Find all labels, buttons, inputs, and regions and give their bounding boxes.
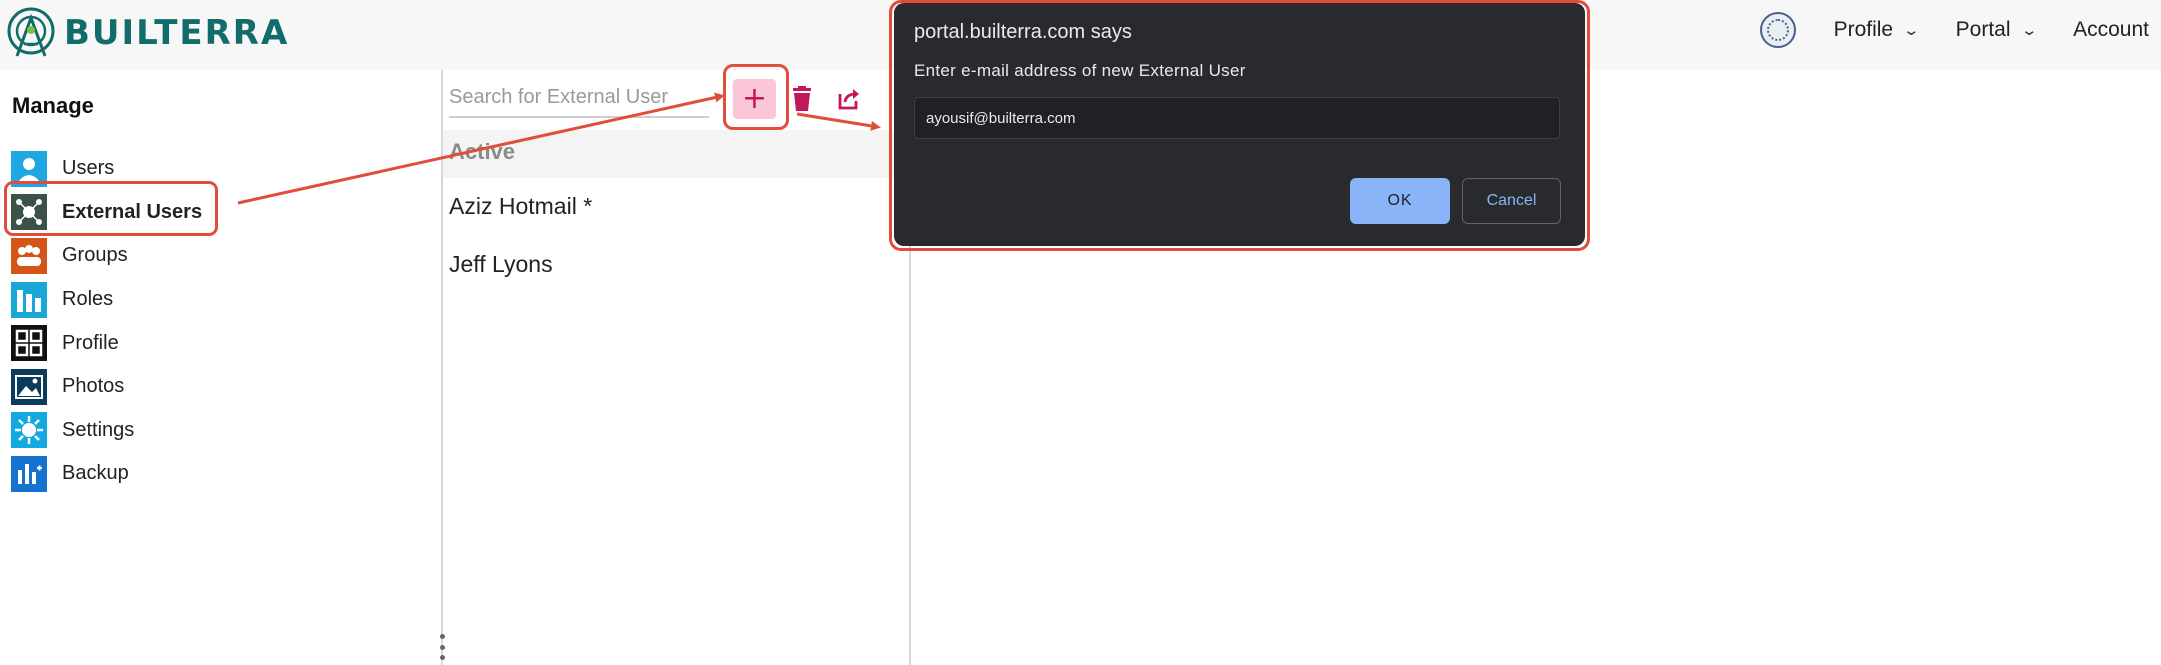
chevron-down-icon: ⌄: [2020, 22, 2038, 39]
sidebar-item-backup[interactable]: Backup: [10, 452, 202, 496]
sidebar-item-photos[interactable]: Photos: [10, 365, 202, 409]
nav-account-label: Account: [2073, 18, 2149, 41]
photos-icon: [10, 368, 48, 405]
sidebar-item-label: Settings: [62, 418, 135, 441]
sidebar-item-label: Users: [62, 157, 115, 180]
top-nav: Profile ⌄ Portal ⌄ Account: [1759, 10, 2149, 50]
sidebar-item-label: Photos: [62, 375, 125, 398]
brand-name: BUILTERRA: [64, 13, 290, 53]
sidebar-item-label: Groups: [62, 244, 128, 267]
nav-account[interactable]: Account: [2073, 18, 2149, 42]
sidebar-item-settings[interactable]: Settings: [10, 409, 202, 453]
share-export-icon[interactable]: [836, 86, 862, 112]
nav-profile-label: Profile: [1833, 18, 1894, 41]
new-external-user-email-input[interactable]: [914, 97, 1560, 139]
sidebar-item-label: Roles: [62, 288, 114, 311]
arrow-to-dialog: [796, 112, 881, 131]
profile-grid-icon: [10, 325, 48, 362]
sidebar-title: Manage: [12, 93, 94, 118]
more-options-icon[interactable]: [438, 634, 446, 660]
annotation-highlight-add-button: [723, 64, 789, 130]
list-item[interactable]: Jeff Lyons: [449, 251, 553, 278]
dialog-message: Enter e-mail address of new External Use…: [914, 61, 1246, 80]
settings-icon: [10, 412, 48, 449]
sidebar-item-roles[interactable]: Roles: [10, 278, 202, 322]
ok-button[interactable]: OK: [1350, 178, 1450, 224]
backup-icon: [10, 455, 48, 492]
logo-mark-icon: [7, 7, 55, 57]
groups-icon: [10, 237, 48, 274]
nav-profile[interactable]: Profile ⌄: [1833, 18, 1921, 42]
section-title-active: Active: [449, 139, 516, 164]
roles-icon: [10, 281, 48, 318]
dialog-title: portal.builterra.com says: [914, 21, 1132, 43]
sidebar-item-profile[interactable]: Profile: [10, 321, 202, 365]
nav-portal-label: Portal: [1955, 18, 2011, 41]
list-item[interactable]: Aziz Hotmail *: [449, 193, 592, 220]
search-external-user-input[interactable]: [449, 78, 709, 118]
organization-seal-icon[interactable]: [1759, 12, 1796, 48]
trash-icon[interactable]: [790, 86, 814, 112]
chevron-down-icon: ⌄: [1902, 22, 1921, 39]
nav-portal[interactable]: Portal ⌄: [1955, 18, 2038, 42]
cancel-button[interactable]: Cancel: [1462, 178, 1561, 224]
annotation-highlight-external-users: [4, 181, 218, 236]
browser-prompt-dialog: portal.builterra.com says Enter e-mail a…: [894, 3, 1585, 246]
sidebar-item-label: Backup: [62, 462, 129, 485]
builterra-logo[interactable]: BUILTERRA: [4, 4, 289, 62]
sidebar-item-groups[interactable]: Groups: [10, 234, 202, 278]
sidebar-item-label: Profile: [62, 331, 119, 354]
